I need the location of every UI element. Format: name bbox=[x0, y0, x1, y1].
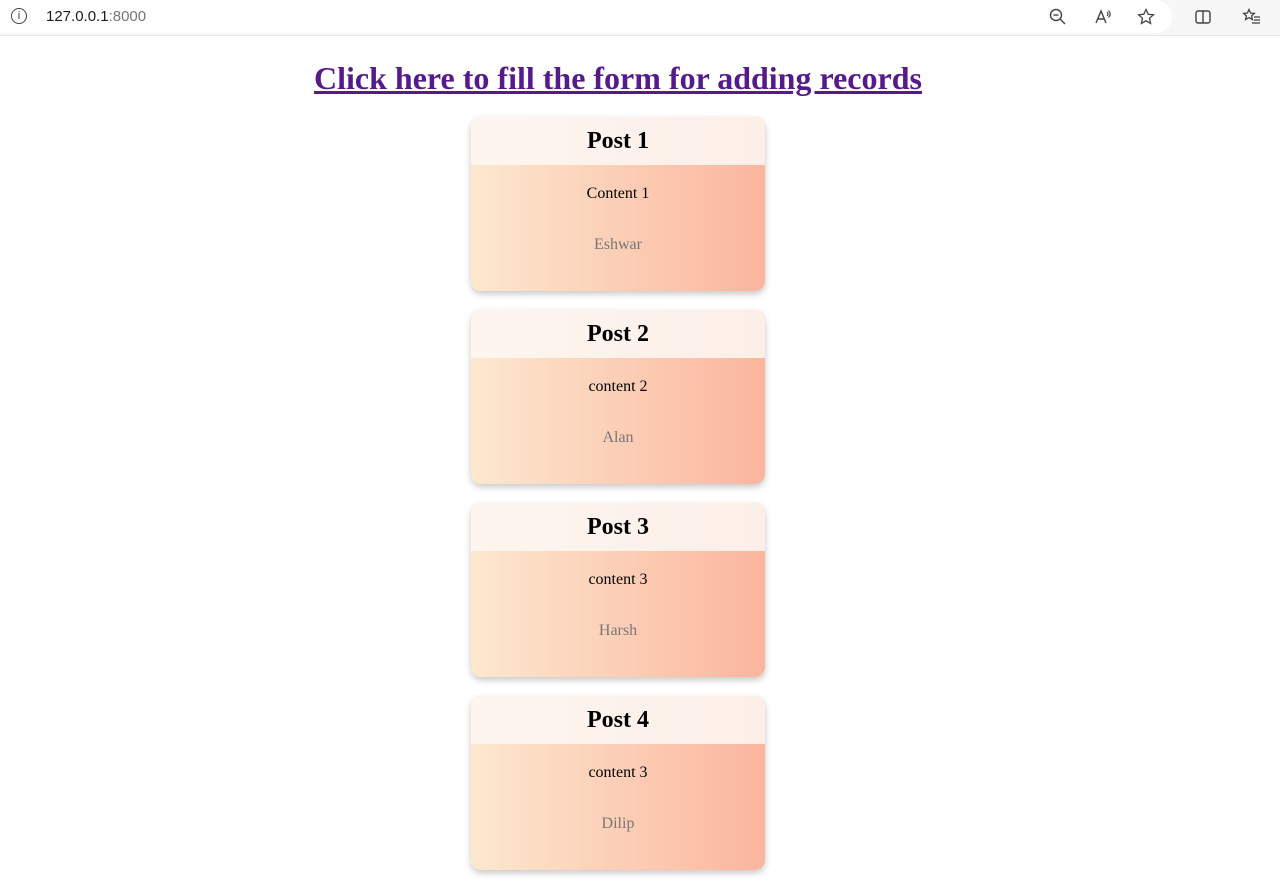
read-aloud-icon[interactable] bbox=[1091, 5, 1115, 29]
post-author: Dilip bbox=[601, 815, 635, 832]
browser-toolbar: i 127.0.0.1:8000 bbox=[0, 0, 1280, 36]
url-port: :8000 bbox=[108, 8, 147, 25]
posts-list: Post 1 Content 1 Eshwar Post 2 content 2… bbox=[471, 117, 765, 889]
post-author: Eshwar bbox=[594, 236, 642, 253]
post-title: Post 3 bbox=[471, 503, 765, 551]
address-bar[interactable]: i 127.0.0.1:8000 bbox=[0, 0, 1172, 33]
favorite-star-icon[interactable] bbox=[1134, 5, 1158, 29]
split-screen-icon[interactable] bbox=[1191, 5, 1215, 29]
post-content: content 2 bbox=[588, 378, 648, 395]
post-content: content 3 bbox=[588, 571, 648, 588]
add-records-link[interactable]: Click here to fill the form for adding r… bbox=[314, 60, 922, 96]
info-icon[interactable]: i bbox=[11, 8, 27, 24]
post-card: Post 2 content 2 Alan bbox=[471, 310, 765, 484]
post-content: Content 1 bbox=[586, 185, 650, 202]
post-author: Harsh bbox=[598, 622, 638, 639]
post-card: Post 1 Content 1 Eshwar bbox=[471, 117, 765, 291]
url-text[interactable]: 127.0.0.1:8000 bbox=[46, 8, 146, 26]
post-title: Post 1 bbox=[471, 117, 765, 165]
post-content: content 3 bbox=[588, 764, 648, 781]
url-host: 127.0.0.1 bbox=[46, 8, 109, 25]
post-title: Post 4 bbox=[471, 696, 765, 744]
add-records-heading: Click here to fill the form for adding r… bbox=[0, 58, 1236, 98]
zoom-out-icon[interactable] bbox=[1046, 5, 1070, 29]
post-card: Post 3 content 3 Harsh bbox=[471, 503, 765, 677]
post-title: Post 2 bbox=[471, 310, 765, 358]
favorites-list-icon[interactable] bbox=[1240, 5, 1264, 29]
post-card: Post 4 content 3 Dilip bbox=[471, 696, 765, 870]
post-author: Alan bbox=[602, 429, 634, 446]
